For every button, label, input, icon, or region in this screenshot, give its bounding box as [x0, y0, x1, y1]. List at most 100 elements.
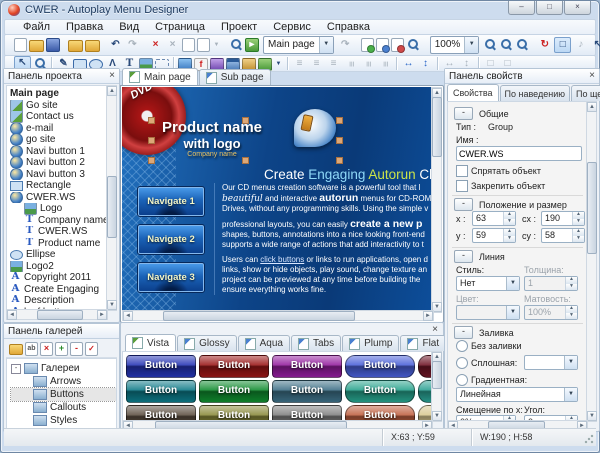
navigate-3-button[interactable]: Navigate 3: [137, 262, 205, 293]
scroll-up-icon[interactable]: ▲: [587, 102, 597, 112]
tab-vista[interactable]: Vista: [125, 334, 177, 351]
tab-aqua[interactable]: Aqua: [237, 335, 290, 351]
collapse-icon[interactable]: -: [11, 363, 21, 374]
tab-tabs[interactable]: Tabs: [290, 335, 342, 351]
scroll-down-icon[interactable]: ▼: [587, 411, 597, 421]
tree-item-label[interactable]: Buttons: [50, 389, 84, 400]
show-bounds-icon[interactable]: □: [554, 37, 572, 53]
tree-item-label[interactable]: Description: [24, 295, 74, 306]
scroll-down-icon[interactable]: ▼: [107, 300, 117, 310]
align-bottom-icon[interactable]: ≡: [378, 56, 392, 71]
scroll-left-icon[interactable]: ◄: [123, 311, 133, 321]
chevron-down-icon[interactable]: ▼: [506, 277, 519, 290]
name-input[interactable]: [456, 146, 582, 161]
tree-item[interactable]: Navi button 3: [10, 168, 107, 180]
tree-item-label[interactable]: Contact us: [26, 111, 74, 122]
scroll-thumb[interactable]: [37, 310, 83, 320]
scroll-thumb[interactable]: [432, 97, 442, 157]
save-project-icon[interactable]: [46, 38, 60, 52]
tab-main-page[interactable]: Main page: [122, 68, 198, 85]
scroll-down-icon[interactable]: ▼: [432, 411, 442, 421]
scroll-right-icon[interactable]: ►: [423, 311, 433, 321]
tree-item[interactable]: A Copyright 2011: [10, 272, 107, 284]
tree-item[interactable]: - Галереи: [11, 362, 116, 375]
cut-icon[interactable]: ×: [165, 38, 180, 52]
product-title-object[interactable]: Product name with logo Company name: [162, 119, 262, 158]
selection-handle[interactable]: [336, 157, 343, 164]
collapse-section-button[interactable]: -: [454, 107, 473, 120]
scroll-up-icon[interactable]: ▲: [107, 86, 117, 96]
build-icon[interactable]: ►: [245, 38, 259, 52]
tree-item[interactable]: Contact us: [10, 111, 107, 123]
chevron-down-icon[interactable]: ▼: [564, 388, 577, 401]
align-middle-icon[interactable]: ≡: [361, 56, 375, 71]
tree-item[interactable]: Navi button 1: [10, 145, 107, 157]
navigate-2-button[interactable]: Navigate 2: [137, 224, 205, 255]
canvas-hscrollbar[interactable]: ◄ ►: [122, 310, 434, 321]
scroll-thumb[interactable]: [432, 361, 442, 389]
tree-item-label[interactable]: CWER.WS: [26, 192, 75, 203]
gallery-button-sample[interactable]: Button: [272, 355, 342, 378]
selection-handle[interactable]: [148, 157, 155, 164]
tab-properties[interactable]: Свойства: [447, 84, 499, 101]
tree-item-label[interactable]: e-mail: [26, 123, 53, 134]
selection-handle[interactable]: [242, 117, 249, 124]
gradient-type-combobox[interactable]: Линейная ▼: [456, 387, 578, 402]
gallery-button-sample[interactable]: Button: [126, 355, 196, 378]
gallery-button-sample[interactable]: Button: [199, 355, 269, 378]
maximize-button[interactable]: □: [536, 1, 563, 15]
duplicate-page-icon[interactable]: [375, 38, 390, 53]
tree-item[interactable]: A Create Engaging: [10, 284, 107, 296]
description-text[interactable]: Our CD menus creation software is a powe…: [214, 183, 432, 295]
line-width-spinner[interactable]: 1 ▲ ▼: [524, 276, 578, 291]
add-page-icon[interactable]: [360, 38, 375, 53]
collapse-section-button[interactable]: -: [454, 198, 473, 211]
menu-page[interactable]: Страница: [147, 21, 213, 33]
resize-grip[interactable]: [584, 434, 594, 444]
tree-item[interactable]: Styles: [11, 414, 116, 427]
tree-item-label[interactable]: Copyright 2011: [24, 272, 91, 283]
line-opacity-spinner[interactable]: 100% ▲ ▼: [524, 305, 578, 320]
fill-none-radio[interactable]: [456, 340, 468, 352]
gallery-button-sample[interactable]: Button: [272, 380, 342, 403]
undo-icon[interactable]: ↶: [108, 38, 123, 52]
open-project-icon[interactable]: [29, 40, 44, 52]
tree-item[interactable]: A Description: [10, 295, 107, 307]
tree-item-label[interactable]: Галереи: [41, 363, 80, 374]
tree-item-label[interactable]: go site: [26, 134, 55, 145]
zoom-fit-icon[interactable]: [515, 38, 529, 52]
tab-glossy[interactable]: Glossy: [177, 335, 237, 351]
object-menu-dropdown-icon[interactable]: ▼: [274, 57, 283, 71]
selection-handle[interactable]: [148, 137, 155, 144]
close-icon[interactable]: ×: [109, 70, 115, 82]
tab-sub-page[interactable]: Sub page: [198, 69, 271, 85]
cy-spinner[interactable]: 58 ▲ ▼: [541, 228, 585, 243]
tree-item[interactable]: T Company name: [10, 215, 107, 227]
page-preview-icon[interactable]: [406, 38, 420, 52]
tree-item[interactable]: CWER.WS: [10, 191, 107, 203]
project-tree-vscrollbar[interactable]: ▲ ▼: [106, 85, 117, 311]
tree-item[interactable]: T CWER.WS: [10, 226, 107, 238]
click-buttons-link[interactable]: click buttons: [260, 255, 304, 264]
tree-item-label[interactable]: Product name: [38, 238, 100, 249]
selection-handle[interactable]: [148, 117, 155, 124]
align-left-icon[interactable]: ≡: [292, 57, 307, 71]
fill-color-combobox[interactable]: ▼: [524, 355, 578, 370]
close-icon[interactable]: ×: [432, 324, 438, 335]
line-color-combobox[interactable]: ▼: [456, 305, 520, 320]
cursor-mode-icon[interactable]: ↖: [590, 38, 600, 52]
goto-page-icon[interactable]: ↷: [338, 38, 353, 52]
tab-on-click[interactable]: По щелчку: [570, 85, 600, 101]
delete-icon[interactable]: ×: [148, 38, 163, 52]
chevron-down-icon[interactable]: ▼: [506, 306, 519, 319]
sound-icon[interactable]: ♪: [573, 38, 588, 52]
run-preview-icon[interactable]: ↻: [537, 38, 552, 52]
tree-item-label[interactable]: Company name: [38, 215, 107, 226]
zoom-combobox[interactable]: 100% ▼: [429, 36, 480, 54]
gallery-button-sample[interactable]: Button: [345, 355, 415, 378]
tab-on-hover[interactable]: По наведению: [499, 85, 570, 101]
rename-gallery-icon[interactable]: ab: [25, 341, 38, 356]
headline-text[interactable]: Create Engaging Autorun Cl: [264, 167, 432, 182]
tree-item-label[interactable]: Navi button 1: [26, 146, 85, 157]
scroll-right-icon[interactable]: ►: [97, 310, 107, 320]
